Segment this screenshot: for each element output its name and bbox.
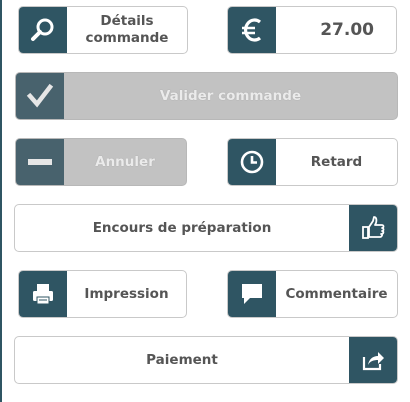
payment-label: Paiement [146,351,218,368]
search-icon [19,7,67,53]
validate-order-label: Valider commande [159,87,302,104]
share-arrow-icon [349,337,397,383]
in-progress-label: Encours de préparation [92,219,272,236]
left-edge-rule [0,0,2,402]
speech-bubble-icon [228,271,276,317]
amount-value: 27.00 [320,19,374,40]
clock-icon [228,139,276,185]
print-label: Impression [84,285,169,302]
comment-button[interactable]: Commentaire [227,270,398,318]
order-details-label: Détails commande [85,13,169,46]
printer-icon [19,271,67,317]
cancel-button[interactable]: Annuler [15,138,187,186]
in-progress-button[interactable]: Encours de préparation [14,204,398,252]
euro-icon [228,7,276,53]
amount-display: 27.00 [227,6,397,54]
delay-button[interactable]: Retard [227,138,398,186]
validate-order-button[interactable]: Valider commande [15,72,398,120]
thumbs-up-icon [349,205,397,251]
payment-button[interactable]: Paiement [14,336,398,384]
delay-label: Retard [310,153,363,170]
order-details-button[interactable]: Détails commande [18,6,188,54]
minus-icon [16,139,64,185]
cancel-label: Annuler [95,153,155,170]
print-button[interactable]: Impression [18,270,187,318]
comment-label: Commentaire [285,285,388,302]
checkmark-icon [16,73,64,119]
